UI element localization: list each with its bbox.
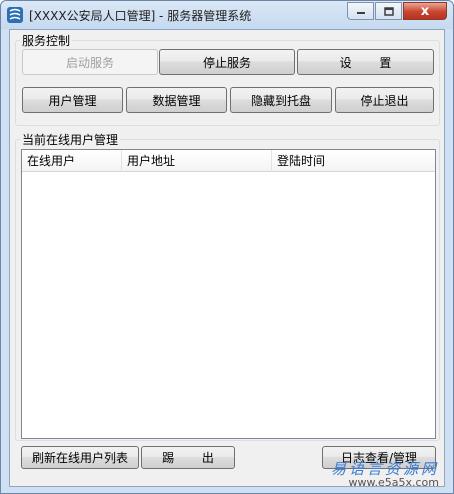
watermark: 易语言资源网 www.e5a5x.com [331,461,439,489]
watermark-cn: 易语言资源网 [330,460,439,478]
close-button[interactable]: x [403,2,447,20]
kick-out-button[interactable]: 踢 出 [141,446,235,469]
column-online-user[interactable]: 在线用户 [22,150,122,172]
service-control-label: 服务控制 [20,32,73,49]
column-login-time[interactable]: 登陆时间 [272,150,435,172]
stop-service-button[interactable]: 停止服务 [159,49,295,75]
close-icon: x [420,3,430,19]
app-logo-icon [7,7,23,23]
online-users-list[interactable]: 在线用户 用户地址 登陆时间 [21,149,436,439]
stop-exit-button[interactable]: 停止退出 [335,87,434,113]
user-management-button[interactable]: 用户管理 [22,87,123,113]
minimize-icon [356,12,365,14]
settings-button[interactable]: 设 置 [297,49,434,75]
client-area: 服务控制 启动服务 停止服务 设 置 用户管理 数据管理 隐藏到托盘 停止退出 … [9,29,445,487]
window-title: [XXXX公安局人口管理] - 服务器管理系统 [29,9,252,23]
title-bar[interactable]: [XXXX公安局人口管理] - 服务器管理系统 x [1,1,453,29]
column-user-address[interactable]: 用户地址 [122,150,272,172]
hide-to-tray-button[interactable]: 隐藏到托盘 [230,87,332,113]
start-service-button[interactable]: 启动服务 [22,49,158,75]
online-users-label: 当前在线用户管理 [20,131,121,148]
list-header: 在线用户 用户地址 登陆时间 [22,150,435,172]
caption-buttons: x [346,2,447,20]
maximize-icon [383,6,394,16]
data-management-button[interactable]: 数据管理 [126,87,227,113]
app-window: [XXXX公安局人口管理] - 服务器管理系统 x 服务控制 启动服务 停止服务… [0,0,454,494]
minimize-button[interactable] [347,2,374,20]
refresh-online-list-button[interactable]: 刷新在线用户列表 [21,446,139,469]
watermark-url: www.e5a5x.com [348,476,439,489]
maximize-button[interactable] [375,2,402,20]
